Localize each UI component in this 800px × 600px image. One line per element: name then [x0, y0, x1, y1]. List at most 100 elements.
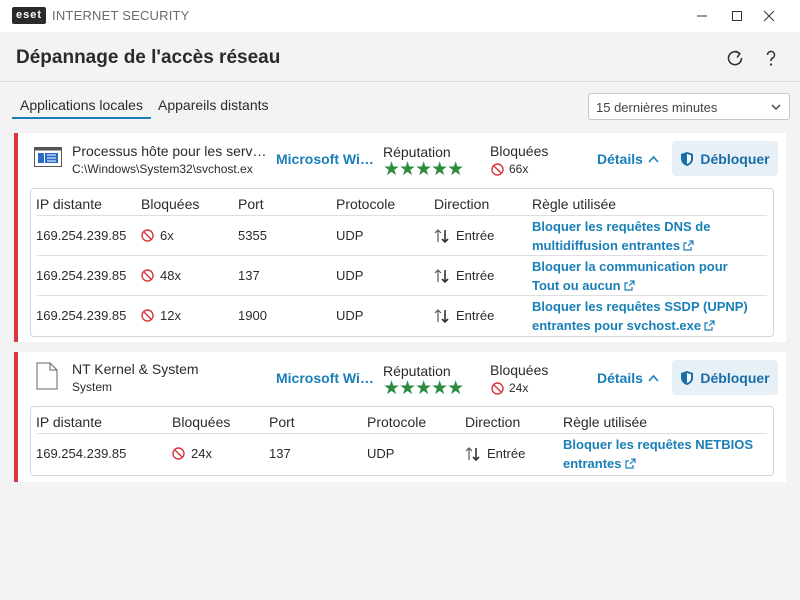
cell-direction-value: Entrée [456, 308, 495, 323]
reputation-label: Réputation [383, 363, 451, 379]
rule-link[interactable]: Bloquer les requêtes SSDP (UPNP) entrant… [532, 297, 748, 335]
app-path: C:\Windows\System32\svchost.ex [72, 162, 253, 176]
refresh-button[interactable] [723, 46, 747, 70]
external-link-icon [683, 240, 694, 251]
rule-link[interactable]: Bloquer les requêtes NETBIOS entrantes [563, 435, 753, 473]
unblock-button[interactable]: Débloquer [672, 141, 778, 176]
blocked-icon [141, 229, 154, 242]
cell-blocked-value: 48x [160, 268, 181, 283]
rule-text-line2-wrap: multidiffusion entrantes [532, 236, 710, 255]
connections-table: IP distante Bloquées Port Protocole Dire… [30, 188, 774, 337]
cell-blocked: 6x [141, 228, 174, 243]
blocked-icon [141, 269, 154, 282]
rule-text-line2: Tout ou aucun [532, 278, 621, 293]
blocked-count-value: 24x [509, 381, 529, 395]
help-button[interactable] [759, 46, 783, 70]
details-toggle[interactable]: Détails [597, 151, 659, 167]
vendor-link[interactable]: Microsoft Wi… [276, 370, 374, 386]
blocked-label: Bloquées [490, 143, 549, 159]
table-row: 169.254.239.85 24x 137 UDP Entrée Bloque… [36, 433, 767, 473]
details-label: Détails [597, 370, 643, 386]
rule-text-line1: Bloquer les requêtes NETBIOS [563, 437, 753, 452]
external-link-icon [704, 320, 715, 331]
cell-protocol: UDP [336, 228, 364, 243]
col-header-blocked: Bloquées [172, 414, 231, 430]
inbound-arrows-icon [465, 446, 480, 461]
blocked-count: 24x [491, 381, 528, 395]
reputation-stars: ★★★★★ [383, 378, 464, 399]
col-header-port: Port [269, 414, 295, 430]
unblock-button[interactable]: Débloquer [672, 360, 778, 395]
shield-icon [681, 151, 694, 166]
close-button[interactable] [753, 0, 785, 32]
unblock-label: Débloquer [700, 369, 770, 386]
chevron-down-icon [771, 104, 781, 110]
product-name: INTERNET SECURITY [52, 8, 190, 23]
page-header: Dépannage de l'accès réseau [0, 32, 800, 82]
app-name: Processus hôte pour les serv… [72, 143, 267, 159]
rule-text-line2-wrap: entrantes pour svchost.exe [532, 316, 748, 335]
cell-blocked-value: 12x [160, 308, 181, 323]
rule-text-line2-wrap: Tout ou aucun [532, 276, 728, 295]
service-window-icon [34, 147, 62, 167]
vendor-link[interactable]: Microsoft Wi… [276, 151, 374, 167]
cell-direction: Entrée [434, 268, 494, 283]
external-link-icon [624, 458, 636, 469]
rule-text-line2: entrantes pour svchost.exe [532, 318, 702, 333]
maximize-button[interactable] [721, 0, 753, 32]
app-card: Processus hôte pour les serv… C:\Windows… [14, 133, 786, 342]
title-bar: eset INTERNET SECURITY [0, 0, 800, 32]
cell-protocol: UDP [336, 308, 364, 323]
details-label: Détails [597, 151, 643, 167]
cell-ip: 169.254.239.85 [36, 228, 127, 243]
app-path: System [72, 380, 113, 394]
tab-local-applications[interactable]: Applications locales [12, 97, 151, 119]
logo-mark: eset [12, 7, 47, 24]
tab-remote-devices[interactable]: Appareils distants [158, 97, 269, 117]
table-row: 169.254.239.85 12x 1900 UDP Entrée Bloqu… [36, 295, 767, 335]
rule-link[interactable]: Bloquer la communication pour Tout ou au… [532, 257, 728, 295]
minimize-button[interactable] [686, 0, 718, 32]
external-link-icon [623, 280, 635, 291]
cell-protocol: UDP [367, 446, 395, 461]
rule-link[interactable]: Bloquer les requêtes DNS de multidiffusi… [532, 217, 710, 255]
col-header-port: Port [238, 196, 264, 212]
cell-port: 137 [238, 268, 260, 283]
rule-text-line2: multidiffusion entrantes [532, 238, 681, 253]
rule-text-line1: Bloquer la communication pour [532, 259, 728, 274]
blocked-label: Bloquées [490, 362, 549, 378]
table-row: 169.254.239.85 6x 5355 UDP Entrée Bloque… [36, 215, 767, 255]
time-range-select[interactable]: 15 dernières minutes [588, 93, 790, 120]
maximize-icon [732, 11, 742, 21]
eset-logo: eset INTERNET SECURITY [12, 7, 190, 24]
minimize-icon [697, 15, 707, 17]
cell-direction-value: Entrée [456, 268, 495, 283]
cell-port: 137 [269, 446, 291, 461]
close-icon [763, 10, 775, 22]
unblock-label: Débloquer [700, 150, 770, 167]
cell-blocked: 24x [172, 446, 212, 461]
col-header-protocol: Protocole [336, 196, 396, 212]
cell-blocked-value: 24x [191, 446, 212, 461]
cell-direction-value: Entrée [487, 446, 526, 461]
chevron-up-icon [648, 374, 659, 382]
cell-direction: Entrée [434, 308, 494, 323]
blocked-icon [491, 162, 504, 176]
cell-blocked: 48x [141, 268, 181, 283]
col-header-blocked: Bloquées [141, 196, 200, 212]
rule-text-line1: Bloquer les requêtes SSDP (UPNP) [532, 299, 748, 314]
rule-text-line2: entrantes [563, 456, 622, 471]
refresh-icon [727, 50, 743, 66]
details-toggle[interactable]: Détails [597, 370, 659, 386]
connections-table: IP distante Bloquées Port Protocole Dire… [30, 406, 774, 476]
cell-ip: 169.254.239.85 [36, 268, 127, 283]
reputation-stars: ★★★★★ [383, 159, 464, 180]
chevron-up-icon [648, 155, 659, 163]
col-header-direction: Direction [434, 196, 490, 212]
cell-direction: Entrée [465, 446, 525, 461]
cell-blocked-value: 6x [160, 228, 174, 243]
page-title: Dépannage de l'accès réseau [16, 47, 281, 68]
app-card: NT Kernel & System System Microsoft Wi… … [14, 352, 786, 482]
cell-ip: 169.254.239.85 [36, 446, 127, 461]
help-icon [766, 50, 776, 66]
